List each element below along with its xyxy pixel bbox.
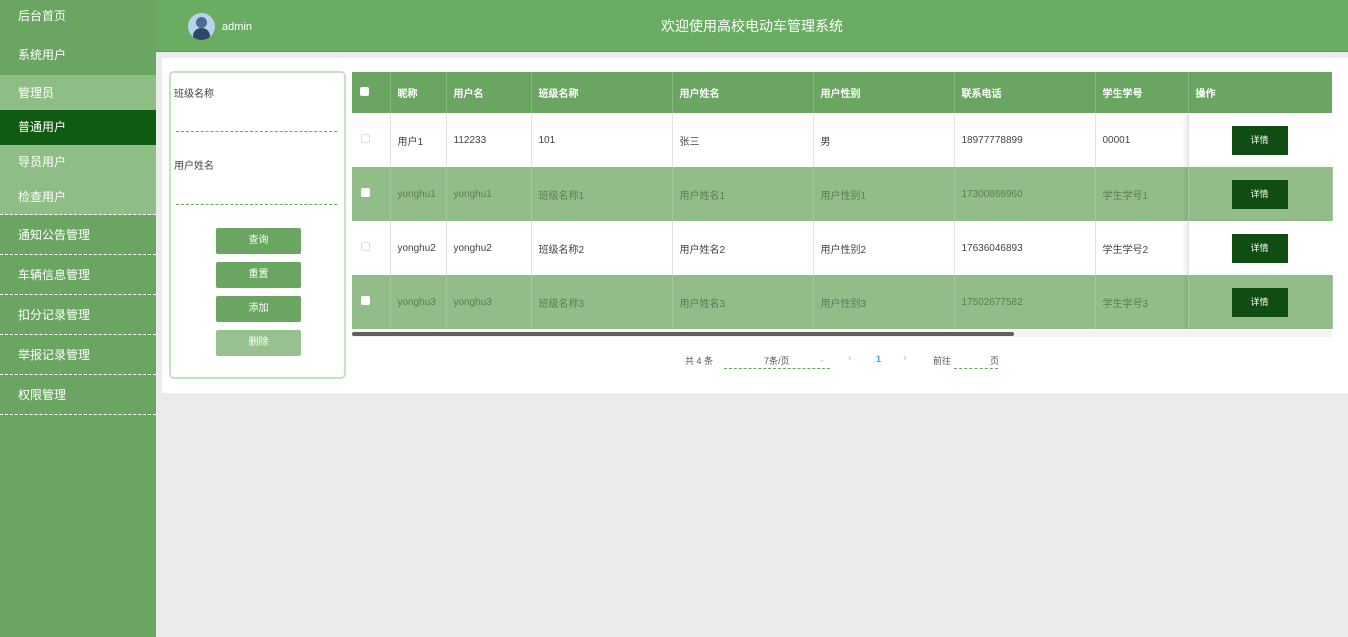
page-size-select[interactable]: 7条/页 — [764, 354, 790, 367]
cell-phone: 18977778899 — [954, 113, 1096, 167]
cell-phone: 17502677582 — [954, 275, 1096, 329]
class-name-input[interactable] — [176, 131, 337, 132]
user-table-wrapper: 昵称 用户名 班级名称 用户姓名 用户性别 联系电话 学生学号 操作 用户1 1… — [352, 72, 1333, 329]
sidebar-item-permissions[interactable]: 权限管理 — [0, 375, 156, 415]
user-name-input[interactable] — [176, 204, 337, 205]
chevron-down-icon[interactable]: ⌄ — [818, 354, 826, 365]
sidebar-item-notices[interactable]: 通知公告管理 — [0, 215, 156, 255]
cell-nickname: yonghu2 — [390, 221, 447, 275]
table-row: yonghu2 yonghu2 班级名称2 用户姓名2 用户性别2 176360… — [352, 221, 1332, 275]
detail-button[interactable]: 详情 — [1231, 233, 1288, 263]
cell-phone: 17300866960 — [954, 167, 1096, 221]
row-checkbox[interactable] — [361, 134, 370, 143]
top-header: admin 欢迎使用高校电动车管理系统 — [156, 0, 1348, 52]
pagination-total: 共 4 条 — [685, 356, 714, 366]
cell-username: 112233 — [446, 113, 532, 167]
sidebar-item-system-users[interactable]: 系统用户 — [0, 37, 156, 75]
add-button[interactable]: 添加 — [216, 296, 301, 322]
col-header-phone[interactable]: 联系电话 — [954, 72, 1096, 113]
cell-actions: 详情 — [1188, 167, 1333, 221]
table-header-row: 昵称 用户名 班级名称 用户姓名 用户性别 联系电话 学生学号 操作 — [352, 72, 1332, 113]
sidebar-item-deductions[interactable]: 扣分记录管理 — [0, 295, 156, 335]
table-row: yonghu1 yonghu1 班级名称1 用户姓名1 用户性别1 173008… — [352, 167, 1333, 221]
col-header-actions: 操作 — [1188, 72, 1332, 113]
current-page-number[interactable]: 1 — [876, 354, 881, 364]
row-checkbox[interactable] — [361, 188, 370, 197]
sidebar-item-admin[interactable]: 管理员 — [0, 75, 156, 110]
cell-name: 用户姓名3 — [672, 275, 814, 329]
sidebar-item-vehicles[interactable]: 车辆信息管理 — [0, 255, 156, 295]
next-page-icon[interactable]: › — [903, 352, 907, 364]
cell-actions: 详情 — [1188, 275, 1333, 329]
cell-student-no: 00001 — [1095, 113, 1189, 167]
cell-student-no: 学生学号2 — [1095, 221, 1189, 275]
cell-gender: 男 — [813, 113, 955, 167]
sidebar-item-inspector-users[interactable]: 检查用户 — [0, 180, 156, 215]
search-panel: 班级名称 用户姓名 查询 重置 添加 删除 — [169, 71, 346, 379]
cell-student-no: 学生学号3 — [1095, 275, 1189, 329]
table-row: 用户1 112233 101 张三 男 18977778899 00001 详情 — [352, 113, 1332, 167]
reset-button[interactable]: 重置 — [216, 262, 301, 288]
sidebar-item-home[interactable]: 后台首页 — [0, 0, 156, 37]
row-select-cell — [352, 167, 391, 221]
cell-nickname: yonghu1 — [390, 167, 447, 221]
cell-student-no: 学生学号1 — [1095, 167, 1189, 221]
cell-class: 班级名称2 — [531, 221, 673, 275]
row-checkbox[interactable] — [361, 242, 370, 251]
select-all-cell — [352, 72, 391, 113]
class-name-label: 班级名称 — [174, 89, 214, 100]
cell-class: 班级名称1 — [531, 167, 673, 221]
col-header-student-no[interactable]: 学生学号 — [1095, 72, 1189, 113]
select-all-checkbox[interactable] — [360, 86, 369, 96]
col-header-name[interactable]: 用户姓名 — [672, 72, 814, 113]
goto-label: 前往 — [933, 356, 952, 366]
query-button[interactable]: 查询 — [216, 228, 301, 254]
cell-gender: 用户性别2 — [813, 221, 955, 275]
sidebar-item-normal-users[interactable]: 普通用户 — [0, 110, 156, 145]
sidebar: 后台首页 系统用户 管理员 普通用户 导员用户 检查用户 通知公告管理 车辆信息… — [0, 0, 156, 637]
cell-nickname: yonghu3 — [390, 275, 447, 329]
cell-nickname: 用户1 — [390, 113, 447, 167]
cell-username: yonghu2 — [446, 221, 532, 275]
main-content: 班级名称 用户姓名 查询 重置 添加 删除 昵称 用户名 班级名称 用户姓名 用… — [162, 58, 1348, 393]
col-header-username[interactable]: 用户名 — [446, 72, 532, 113]
sidebar-item-reports[interactable]: 举报记录管理 — [0, 335, 156, 375]
detail-button[interactable]: 详情 — [1231, 179, 1288, 209]
page-size-select-underline — [724, 368, 830, 369]
detail-button[interactable]: 详情 — [1231, 287, 1288, 317]
cell-name: 用户姓名1 — [672, 167, 814, 221]
row-select-cell — [352, 113, 391, 167]
prev-page-icon[interactable]: ‹ — [848, 352, 852, 364]
row-select-cell — [352, 221, 391, 275]
detail-button[interactable]: 详情 — [1231, 125, 1288, 155]
cell-username: yonghu1 — [446, 167, 532, 221]
table-horizontal-scrollbar[interactable] — [352, 331, 1332, 337]
user-table: 昵称 用户名 班级名称 用户姓名 用户性别 联系电话 学生学号 操作 用户1 1… — [352, 72, 1333, 329]
cell-username: yonghu3 — [446, 275, 532, 329]
row-checkbox[interactable] — [361, 296, 370, 305]
cell-name: 用户姓名2 — [672, 221, 814, 275]
cell-class: 101 — [531, 113, 673, 167]
cell-phone: 17636046893 — [954, 221, 1096, 275]
scrollbar-thumb[interactable] — [352, 332, 1014, 336]
cell-name: 张三 — [672, 113, 814, 167]
row-select-cell — [352, 275, 391, 329]
cell-actions: 详情 — [1188, 221, 1332, 275]
page-unit-label: 页 — [990, 356, 1000, 366]
col-header-gender[interactable]: 用户性别 — [813, 72, 955, 113]
col-header-nickname[interactable]: 昵称 — [390, 72, 447, 113]
site-title: 欢迎使用高校电动车管理系统 — [661, 18, 843, 34]
table-row: yonghu3 yonghu3 班级名称3 用户姓名3 用户性别3 175026… — [352, 275, 1333, 329]
goto-page-input[interactable] — [954, 368, 998, 369]
delete-button[interactable]: 删除 — [216, 330, 301, 356]
cell-class: 班级名称3 — [531, 275, 673, 329]
col-header-class[interactable]: 班级名称 — [531, 72, 673, 113]
cell-gender: 用户性别3 — [813, 275, 955, 329]
cell-gender: 用户性别1 — [813, 167, 955, 221]
cell-actions: 详情 — [1188, 113, 1332, 167]
sidebar-item-instructor-users[interactable]: 导员用户 — [0, 145, 156, 180]
user-name-label: 用户姓名 — [174, 161, 214, 172]
